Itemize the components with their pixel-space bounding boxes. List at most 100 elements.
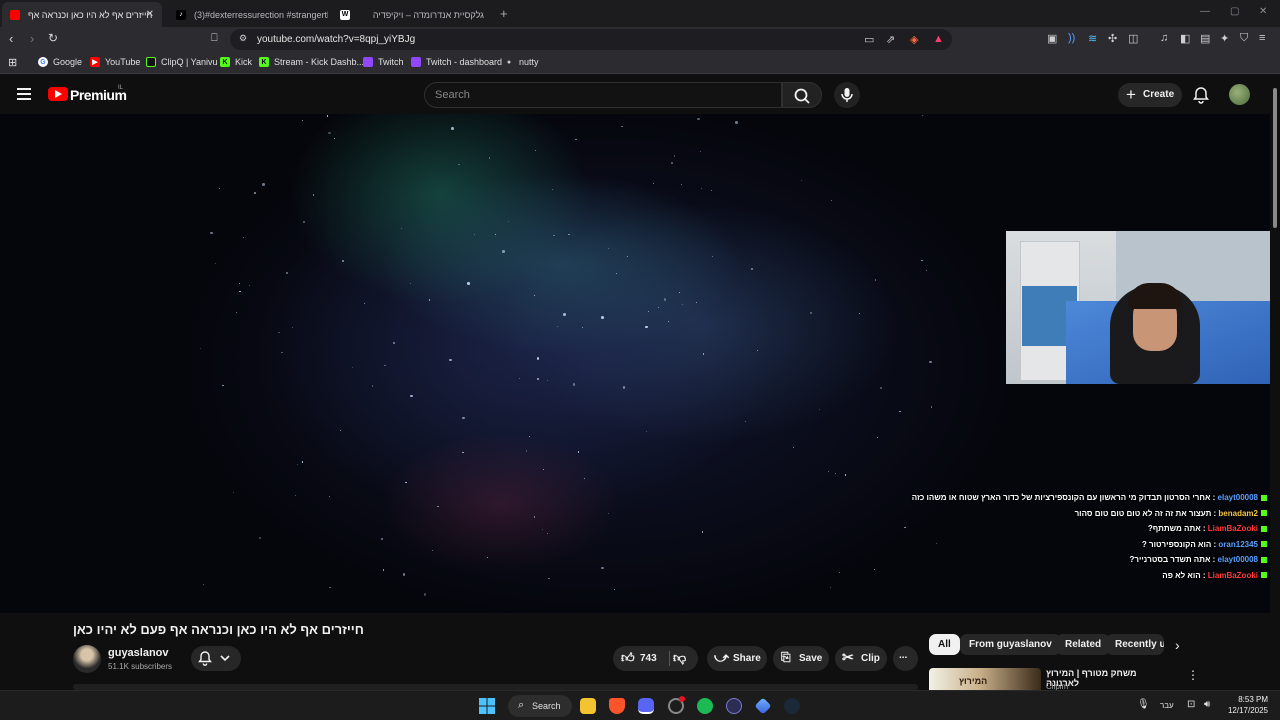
share-button[interactable]: ⤻ Share [707,646,767,671]
scrollbar-thumb[interactable] [1273,88,1277,228]
discord-icon[interactable] [638,698,654,714]
spotify-icon[interactable] [697,698,713,714]
windows-start-icon[interactable] [479,698,495,714]
kick-badge-icon [1261,510,1267,517]
bookmark-nutty[interactable]: ● nutty [504,57,539,67]
account-avatar[interactable] [1229,84,1250,105]
language-indicator[interactable]: עבר [1160,701,1174,710]
wallet-icon[interactable]: ▤ [1200,32,1210,45]
star [670,161,674,165]
youtube-logo[interactable] [48,87,68,101]
bookmark-kick-dashboard[interactable]: K Stream - Kick Dashb... [259,57,364,67]
star [467,282,470,285]
filter-chip[interactable]: Related [1056,634,1111,655]
stream-chat-overlay: elayt00008 : אחרי הסרטון תבדוק מי הראשון… [912,490,1267,583]
star [458,164,460,166]
cast-icon[interactable]: ▭ [864,33,874,46]
app-diamond-icon[interactable] [754,697,772,715]
notifications-button[interactable] [1192,86,1210,109]
maximize-icon[interactable]: ▢ [1230,6,1239,17]
star [556,325,558,327]
bookmark-google[interactable]: G Google [38,57,82,67]
star [392,341,396,345]
steam-icon[interactable] [784,698,800,714]
close-tab-icon[interactable]: ✕ [146,9,154,20]
star [695,301,697,304]
kick-badge-icon [1261,525,1267,532]
like-dislike-group: 👍︎ 743 👎︎ [613,646,698,671]
like-button[interactable]: 👍︎ 743 [613,646,667,671]
tab-tiktok[interactable]: ♪ (3)#dexterressurection #strangerthin [168,2,328,27]
bookmark-clipq[interactable]: ClipQ | Yanivu [146,57,218,67]
star [750,267,754,271]
file-explorer-icon[interactable] [580,698,596,714]
subscription-bell-button[interactable] [191,646,241,671]
forward-icon[interactable]: › [30,31,34,46]
taskbar-search[interactable]: ⌕ Search [508,695,572,717]
minimize-icon[interactable]: — [1200,6,1210,17]
star [563,313,566,316]
tab-manager-icon[interactable]: ◫ [1128,32,1138,45]
close-window-icon[interactable]: ✕ [1259,6,1267,17]
volume-icon[interactable]: 🔊︎ [1204,699,1210,710]
clip-button[interactable]: ✂ Clip [835,646,887,671]
microphone-icon[interactable]: 🎙︎ [1137,699,1150,710]
bookmark-icon[interactable]: ⎕ [211,32,218,45]
vpn-icon[interactable]: ⛉ [1240,32,1248,45]
recommended-more-icon[interactable]: ⋮ [1187,668,1199,682]
screenshot-extension-icon[interactable]: ▣ [1047,32,1057,45]
recommended-video-thumbnail[interactable]: המירוץ [929,668,1041,690]
leo-ai-icon[interactable]: ✦ [1220,32,1229,45]
tab-youtube-video[interactable]: חייזרים אף לא היו כאן וכנראה אף ✕ [2,2,162,27]
brave-rewards-icon[interactable]: ▲ [933,33,944,45]
translate-extension-icon[interactable]: ≋ [1088,32,1097,45]
filter-chip[interactable]: All [929,634,960,655]
filter-chip[interactable]: Recently up [1106,634,1164,655]
audio-extension-icon[interactable]: )) [1068,32,1075,44]
bookmark-twitch-dashboard[interactable]: Twitch - dashboard [411,57,502,67]
app-icon[interactable] [726,698,742,714]
bell-icon [198,651,230,666]
more-actions-button[interactable]: ... [893,646,918,671]
brave-shields-icon[interactable]: ◈ [910,33,918,46]
share-page-icon[interactable]: ⇗ [886,33,895,46]
url-text[interactable]: youtube.com/watch?v=8qpj_yiYBJg [257,34,415,45]
clock[interactable]: 8:53 PM 12/17/2025 [1222,694,1268,716]
star [232,491,234,494]
channel-name[interactable]: guyaslanov [108,647,169,659]
star [534,295,536,297]
search-button[interactable] [782,82,822,108]
site-info-icon[interactable]: ⚙ [239,33,247,44]
apps-grid-icon[interactable]: ⊞ [8,56,17,69]
extensions-icon[interactable]: ✣ [1108,32,1117,45]
brave-browser-icon[interactable] [609,698,625,714]
youtube-header: Premium IL Search + Create [0,76,1270,114]
star [363,302,365,305]
filter-chip[interactable]: From guyaslanov [960,634,1061,655]
star [462,451,464,453]
tab-title: חייזרים אף לא היו כאן וכנראה אף [28,9,153,20]
sidebar-icon[interactable]: ◧ [1180,32,1190,45]
chevron-right-icon[interactable]: › [1175,637,1180,653]
dislike-button[interactable]: 👎︎ [673,650,686,666]
voice-search-button[interactable] [834,82,860,108]
create-button[interactable]: + Create [1118,83,1182,107]
network-icon[interactable]: ⊡ [1187,699,1195,710]
channel-avatar[interactable] [73,645,101,673]
save-button[interactable]: ⎘ Save [773,646,829,671]
star [258,536,262,540]
new-tab-button[interactable]: + [500,6,508,21]
bookmark-kick[interactable]: K Kick [220,57,252,67]
browser-menu-icon[interactable]: ≡ [1259,32,1265,44]
streamer-hair [1128,283,1182,309]
address-bar[interactable]: ⚙ youtube.com/watch?v=8qpj_yiYBJg ▭ ⇗ ◈ … [230,29,952,50]
star [930,406,933,408]
bookmark-twitch[interactable]: Twitch [363,57,404,67]
bookmark-youtube[interactable]: ▶ YouTube [90,57,140,67]
back-icon[interactable]: ‹ [9,31,13,46]
hamburger-menu-icon[interactable] [17,88,31,100]
search-input[interactable]: Search [424,82,782,108]
tab-wikipedia[interactable]: W גלקסיית אנדרומדה – ויקיפדיה [332,2,492,27]
media-icon[interactable]: ♫ [1160,32,1168,44]
reload-icon[interactable]: ↻ [48,31,58,45]
